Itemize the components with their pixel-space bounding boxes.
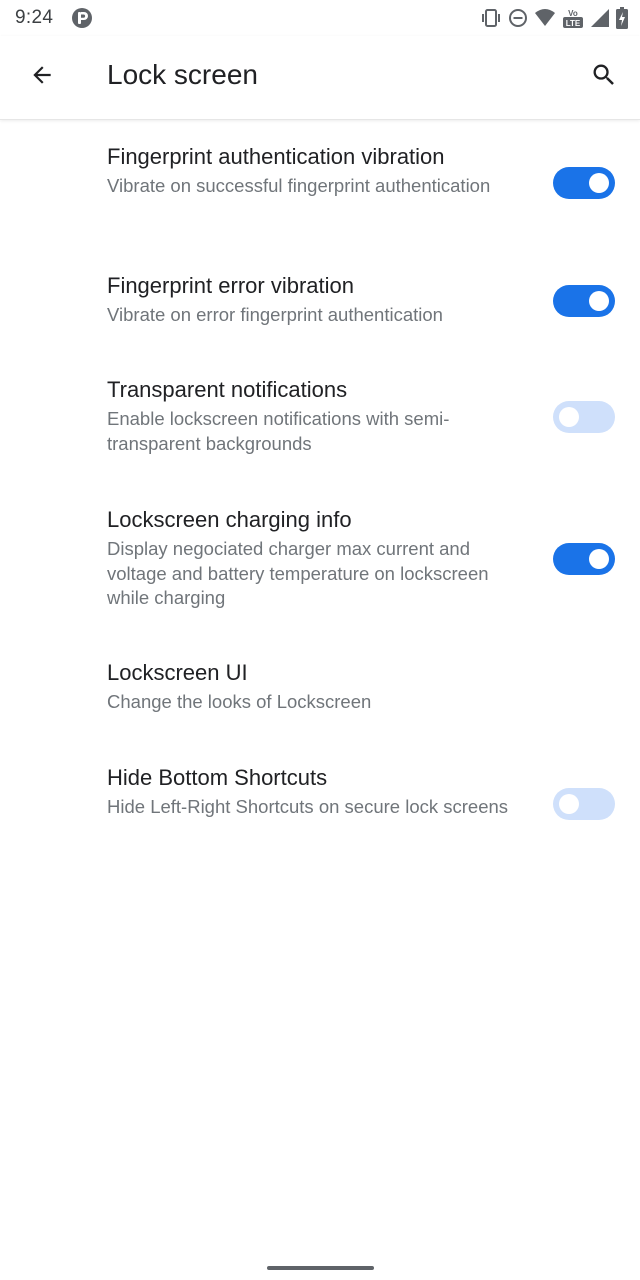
status-icons: Vo LTE (480, 6, 628, 30)
pref-summary: Hide Left-Right Shortcuts on secure lock… (107, 796, 509, 817)
volte-icon: Vo LTE (562, 7, 584, 29)
pref-text: Fingerprint authentication vibration Vib… (107, 144, 517, 199)
pref-text: Fingerprint error vibration Vibrate on e… (107, 273, 517, 328)
pref-title: Fingerprint error vibration (107, 273, 354, 298)
pref-title: Lockscreen charging info (107, 507, 352, 532)
pref-title: Lockscreen UI (107, 660, 248, 685)
pref-summary: Display negociated charger max current a… (107, 538, 489, 608)
status-bar: 9:24 Vo LTE (0, 0, 640, 36)
do-not-disturb-icon (508, 8, 528, 28)
pref-fingerprint-auth-vibration[interactable]: Fingerprint authentication vibration Vib… (0, 120, 640, 232)
switch-thumb (589, 173, 609, 193)
switch-thumb (589, 291, 609, 311)
pref-fingerprint-error-vibration[interactable]: Fingerprint error vibration Vibrate on e… (0, 255, 640, 345)
search-icon (590, 61, 618, 94)
app-notification-icon (71, 7, 93, 29)
pref-summary: Vibrate on successful fingerprint authen… (107, 175, 491, 196)
fingerprint-error-vibration-switch[interactable] (553, 285, 617, 317)
pref-hide-bottom-shortcuts[interactable]: Hide Bottom Shortcuts Hide Left-Right Sh… (0, 750, 640, 862)
svg-text:Vo: Vo (568, 9, 578, 18)
lockscreen-charging-info-switch[interactable] (553, 543, 617, 575)
pref-text: Lockscreen UI Change the looks of Locksc… (107, 660, 517, 715)
search-button[interactable] (580, 53, 628, 101)
wifi-icon (534, 8, 556, 28)
pref-summary: Enable lockscreen notifications with sem… (107, 408, 450, 454)
pref-text: Lockscreen charging info Display negocia… (107, 507, 517, 611)
pref-text: Transparent notifications Enable lockscr… (107, 377, 517, 456)
switch-thumb (589, 549, 609, 569)
pref-lockscreen-charging-info[interactable]: Lockscreen charging info Display negocia… (0, 490, 640, 625)
pref-transparent-notifications[interactable]: Transparent notifications Enable lockscr… (0, 360, 640, 472)
battery-charging-icon (616, 7, 628, 29)
vibrate-icon (480, 8, 502, 28)
app-bar: Lock screen (0, 36, 640, 120)
svg-text:LTE: LTE (566, 19, 581, 28)
cell-signal-icon (590, 8, 610, 28)
fingerprint-auth-vibration-switch[interactable] (553, 167, 617, 199)
pref-summary: Change the looks of Lockscreen (107, 691, 372, 712)
pref-title: Fingerprint authentication vibration (107, 144, 445, 169)
back-button[interactable] (18, 53, 66, 101)
hide-bottom-shortcuts-switch[interactable] (553, 788, 617, 820)
pref-title: Transparent notifications (107, 377, 348, 402)
status-time: 9:24 (15, 7, 54, 28)
switch-thumb (559, 407, 579, 427)
pref-summary: Vibrate on error fingerprint authenticat… (107, 304, 443, 325)
switch-thumb (559, 794, 579, 814)
page-title: Lock screen (107, 59, 258, 90)
pref-lockscreen-ui[interactable]: Lockscreen UI Change the looks of Locksc… (0, 645, 640, 735)
arrow-back-icon (29, 62, 55, 93)
gesture-nav-handle[interactable] (267, 1266, 374, 1270)
transparent-notifications-switch[interactable] (553, 401, 617, 433)
pref-title: Hide Bottom Shortcuts (107, 765, 328, 790)
pref-text: Hide Bottom Shortcuts Hide Left-Right Sh… (107, 765, 517, 820)
